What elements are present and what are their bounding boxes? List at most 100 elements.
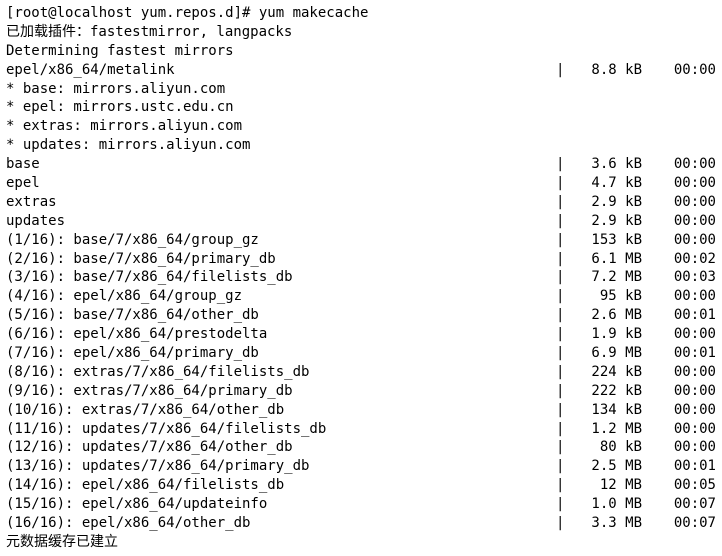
- separator: |: [556, 250, 572, 269]
- item-name: (15/16): epel/x86_64/updateinfo: [6, 495, 556, 514]
- time: 00:00: [646, 287, 716, 306]
- separator: |: [556, 382, 572, 401]
- separator: |: [556, 174, 572, 193]
- item-name: (12/16): updates/7/x86_64/other_db: [6, 438, 556, 457]
- separator: |: [556, 193, 572, 212]
- file-row: (8/16): extras/7/x86_64/filelists_db|224…: [6, 363, 716, 382]
- size: 95 kB: [572, 287, 646, 306]
- separator: |: [556, 420, 572, 439]
- time: 00:00: [646, 382, 716, 401]
- time: 00:01: [646, 306, 716, 325]
- item-name: (6/16): epel/x86_64/prestodelta: [6, 325, 556, 344]
- item-name: epel: [6, 174, 556, 193]
- item-name: (5/16): base/7/x86_64/other_db: [6, 306, 556, 325]
- size: 1.9 kB: [572, 325, 646, 344]
- time: 00:00: [646, 61, 716, 80]
- metalink-row: epel/x86_64/metalink | 8.8 kB 00:00: [6, 61, 716, 80]
- terminal-output: [root@localhost yum.repos.d]# yum makeca…: [6, 4, 716, 552]
- time: 00:03: [646, 268, 716, 287]
- size: 1.2 MB: [572, 420, 646, 439]
- size: 8.8 kB: [572, 61, 646, 80]
- separator: |: [556, 306, 572, 325]
- time: 00:00: [646, 193, 716, 212]
- file-row: (2/16): base/7/x86_64/primary_db|6.1 MB0…: [6, 250, 716, 269]
- time: 00:00: [646, 401, 716, 420]
- file-row: (10/16): extras/7/x86_64/other_db|134 kB…: [6, 401, 716, 420]
- size: 2.6 MB: [572, 306, 646, 325]
- file-row: (12/16): updates/7/x86_64/other_db|80 kB…: [6, 438, 716, 457]
- separator: |: [556, 344, 572, 363]
- time: 00:02: [646, 250, 716, 269]
- time: 00:00: [646, 174, 716, 193]
- mirror-line: * epel: mirrors.ustc.edu.cn: [6, 98, 716, 117]
- size: 134 kB: [572, 401, 646, 420]
- time: 00:00: [646, 438, 716, 457]
- size: 7.2 MB: [572, 268, 646, 287]
- time: 00:00: [646, 231, 716, 250]
- item-name: (3/16): base/7/x86_64/filelists_db: [6, 268, 556, 287]
- file-row: (16/16): epel/x86_64/other_db|3.3 MB00:0…: [6, 514, 716, 533]
- time: 00:00: [646, 363, 716, 382]
- item-name: base: [6, 155, 556, 174]
- size: 4.7 kB: [572, 174, 646, 193]
- repo-row: base|3.6 kB00:00: [6, 155, 716, 174]
- item-name: (11/16): updates/7/x86_64/filelists_db: [6, 420, 556, 439]
- file-row: (1/16): base/7/x86_64/group_gz|153 kB00:…: [6, 231, 716, 250]
- separator: |: [556, 268, 572, 287]
- size: 224 kB: [572, 363, 646, 382]
- item-name: (2/16): base/7/x86_64/primary_db: [6, 250, 556, 269]
- time: 00:01: [646, 457, 716, 476]
- size: 153 kB: [572, 231, 646, 250]
- determining-line: Determining fastest mirrors: [6, 42, 716, 61]
- item-name: (1/16): base/7/x86_64/group_gz: [6, 231, 556, 250]
- size: 3.3 MB: [572, 514, 646, 533]
- separator: |: [556, 363, 572, 382]
- item-name: (16/16): epel/x86_64/other_db: [6, 514, 556, 533]
- size: 2.9 kB: [572, 212, 646, 231]
- repo-row: extras|2.9 kB00:00: [6, 193, 716, 212]
- separator: |: [556, 476, 572, 495]
- size: 80 kB: [572, 438, 646, 457]
- file-row: (7/16): epel/x86_64/primary_db|6.9 MB00:…: [6, 344, 716, 363]
- separator: |: [556, 438, 572, 457]
- item-name: (4/16): epel/x86_64/group_gz: [6, 287, 556, 306]
- item-name: updates: [6, 212, 556, 231]
- file-row: (13/16): updates/7/x86_64/primary_db|2.5…: [6, 457, 716, 476]
- file-row: (5/16): base/7/x86_64/other_db|2.6 MB00:…: [6, 306, 716, 325]
- repo-name: epel/x86_64/metalink: [6, 61, 556, 80]
- separator: |: [556, 231, 572, 250]
- separator: |: [556, 514, 572, 533]
- time: 00:00: [646, 155, 716, 174]
- file-row: (14/16): epel/x86_64/filelists_db|12 MB0…: [6, 476, 716, 495]
- plugins-line: 已加载插件：fastestmirror, langpacks: [6, 23, 716, 42]
- file-row: (9/16): extras/7/x86_64/primary_db|222 k…: [6, 382, 716, 401]
- file-row: (4/16): epel/x86_64/group_gz|95 kB00:00: [6, 287, 716, 306]
- separator: |: [556, 287, 572, 306]
- mirror-line: * extras: mirrors.aliyun.com: [6, 117, 716, 136]
- time: 00:01: [646, 344, 716, 363]
- separator: |: [556, 401, 572, 420]
- size: 6.9 MB: [572, 344, 646, 363]
- time: 00:00: [646, 212, 716, 231]
- separator: |: [556, 155, 572, 174]
- size: 2.9 kB: [572, 193, 646, 212]
- time: 00:05: [646, 476, 716, 495]
- separator: |: [556, 212, 572, 231]
- separator: |: [556, 325, 572, 344]
- size: 12 MB: [572, 476, 646, 495]
- shell-prompt[interactable]: [root@localhost yum.repos.d]# yum makeca…: [6, 4, 716, 23]
- item-name: (9/16): extras/7/x86_64/primary_db: [6, 382, 556, 401]
- file-row: (6/16): epel/x86_64/prestodelta|1.9 kB00…: [6, 325, 716, 344]
- item-name: (8/16): extras/7/x86_64/filelists_db: [6, 363, 556, 382]
- item-name: (10/16): extras/7/x86_64/other_db: [6, 401, 556, 420]
- file-row: (11/16): updates/7/x86_64/filelists_db|1…: [6, 420, 716, 439]
- repo-row: updates|2.9 kB00:00: [6, 212, 716, 231]
- time: 00:07: [646, 514, 716, 533]
- mirror-line: * updates: mirrors.aliyun.com: [6, 136, 716, 155]
- time: 00:00: [646, 325, 716, 344]
- time: 00:07: [646, 495, 716, 514]
- time: 00:00: [646, 420, 716, 439]
- item-name: extras: [6, 193, 556, 212]
- size: 6.1 MB: [572, 250, 646, 269]
- file-row: (15/16): epel/x86_64/updateinfo|1.0 MB00…: [6, 495, 716, 514]
